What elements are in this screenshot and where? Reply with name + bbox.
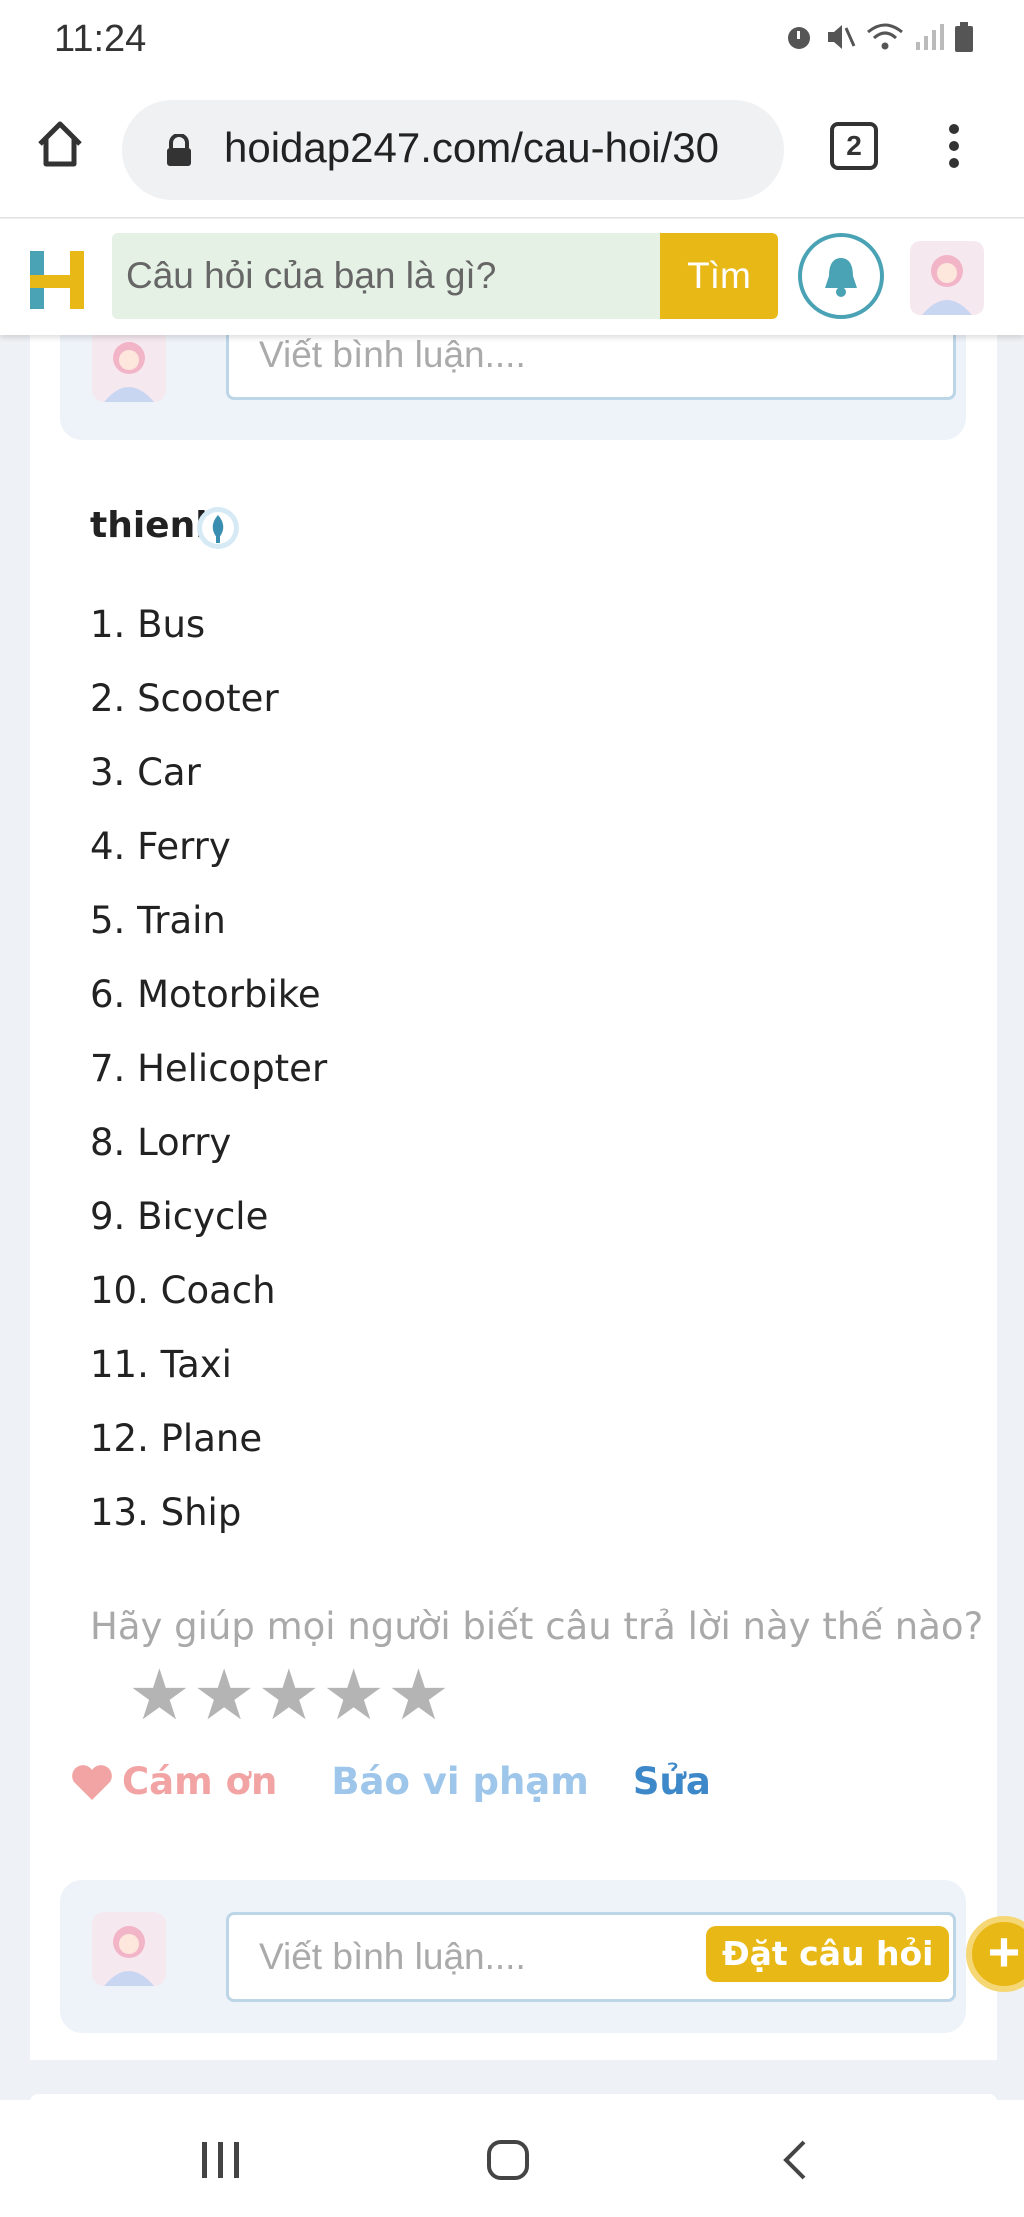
more-menu-icon[interactable]	[940, 120, 968, 180]
answer-actions: Cám ơn Báo vi phạm Sửa	[70, 1760, 711, 1803]
url-text: hoidap247.com/cau-hoi/30	[224, 124, 720, 171]
search-input[interactable]	[112, 233, 660, 319]
recent-apps-icon[interactable]	[200, 2140, 242, 2180]
status-bar: 11:24	[0, 0, 1024, 80]
list-item: 13. Ship	[90, 1491, 242, 1534]
ask-question-label[interactable]: Đặt câu hỏi	[706, 1926, 950, 1982]
thanks-button[interactable]: Cám ơn	[70, 1760, 277, 1803]
star-icon[interactable]: ★	[193, 1655, 256, 1735]
answer-card: thienli 1. Bus 2. Scooter 3. Car 4. Ferr…	[30, 270, 1024, 2060]
tab-switcher-button[interactable]: 2	[830, 122, 878, 170]
list-item: 2. Scooter	[90, 677, 279, 720]
lock-icon	[167, 134, 191, 166]
search-button[interactable]: Tìm	[660, 233, 778, 319]
notification-button[interactable]	[798, 233, 884, 319]
star-icon[interactable]: ★	[258, 1655, 321, 1735]
list-item: 12. Plane	[90, 1417, 263, 1460]
star-icon[interactable]: ★	[387, 1655, 450, 1735]
home-nav-icon[interactable]	[486, 2140, 530, 2180]
site-header: Tìm	[0, 219, 1024, 335]
status-icons	[784, 22, 974, 52]
signal-icon	[916, 24, 944, 50]
thanks-label: Cám ơn	[122, 1760, 278, 1803]
edit-button[interactable]: Sửa	[633, 1760, 711, 1803]
bell-icon	[825, 258, 857, 297]
list-item: 4. Ferry	[90, 825, 231, 868]
answer-list: 1. Bus 2. Scooter 3. Car 4. Ferry 5. Tra…	[90, 588, 327, 1550]
list-item: 11. Taxi	[90, 1343, 232, 1386]
comment-avatar	[92, 1912, 166, 1986]
wifi-icon	[867, 23, 903, 50]
user-avatar[interactable]	[910, 241, 984, 315]
alarm-icon	[788, 27, 810, 49]
ask-question-fab[interactable]: +	[966, 1916, 1024, 1992]
list-item: 8. Lorry	[90, 1121, 232, 1164]
mute-icon	[828, 25, 856, 49]
list-item: 6. Motorbike	[90, 973, 321, 1016]
comment-avatar	[92, 328, 166, 402]
rating-stars: ★ ★ ★ ★ ★	[128, 1655, 450, 1735]
list-item: 1. Bus	[90, 603, 206, 646]
system-nav-bar	[0, 2100, 1024, 2217]
home-icon[interactable]	[32, 116, 88, 172]
rating-prompt: Hãy giúp mọi người biết câu trả lời này …	[90, 1605, 984, 1648]
report-button[interactable]: Báo vi phạm	[331, 1760, 589, 1803]
status-time: 11:24	[54, 18, 147, 60]
search-box	[112, 233, 660, 319]
address-bar[interactable]: hoidap247.com/cau-hoi/30	[122, 100, 784, 200]
heart-icon	[72, 1764, 112, 1800]
battery-icon	[955, 22, 973, 52]
rank-badge-icon	[197, 507, 239, 549]
list-item: 5. Train	[90, 899, 226, 942]
list-item: 3. Car	[90, 751, 201, 794]
list-item: 10. Coach	[90, 1269, 276, 1312]
list-item: 9. Bicycle	[90, 1195, 269, 1238]
star-icon[interactable]: ★	[322, 1655, 385, 1735]
star-icon[interactable]: ★	[128, 1655, 191, 1735]
back-icon[interactable]	[780, 2140, 810, 2180]
site-logo[interactable]	[28, 249, 86, 311]
list-item: 7. Helicopter	[90, 1047, 328, 1090]
browser-toolbar: hoidap247.com/cau-hoi/30 2	[0, 80, 1024, 218]
